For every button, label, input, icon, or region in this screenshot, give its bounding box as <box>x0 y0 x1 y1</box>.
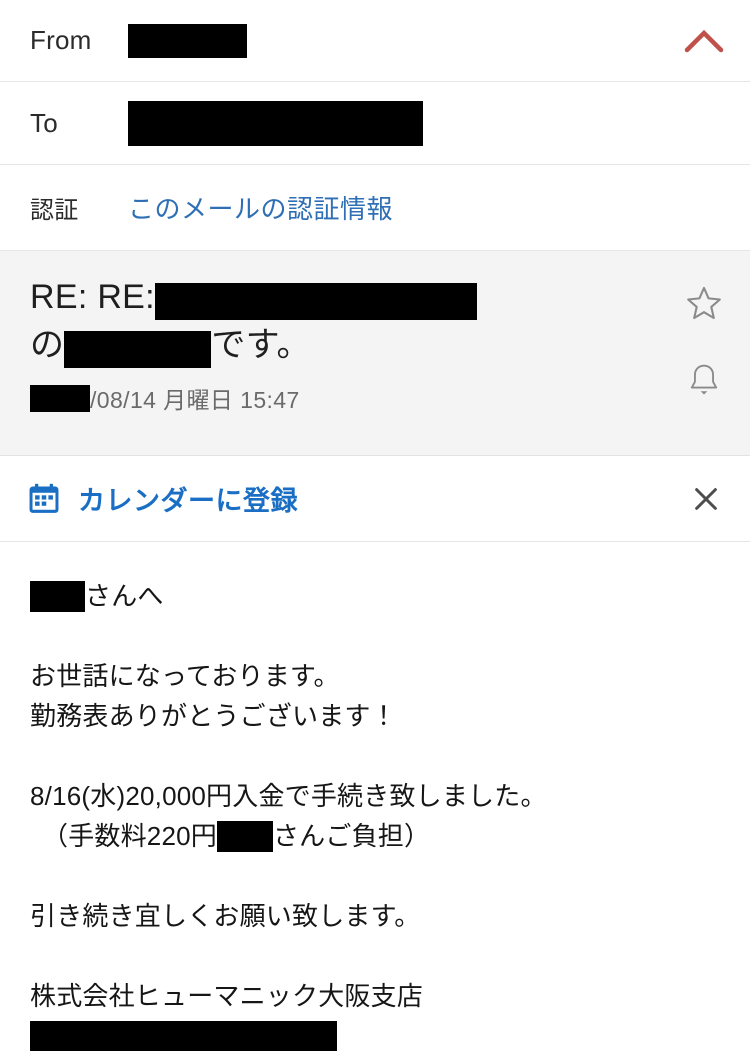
redacted-recipient-name <box>30 580 85 612</box>
to-label: To <box>30 107 58 138</box>
header-row-from: From <box>0 0 750 82</box>
to-value[interactable] <box>128 100 750 146</box>
body-paragraph-2: 8/16(水)20,000円入金で手続き致しました。 （手数料220円 さんご負担… <box>30 776 720 856</box>
redacted-signature-detail <box>30 1021 337 1051</box>
subject-block: RE: RE: の です。 /08/14 月曜日 15:47 <box>0 251 750 456</box>
from-value[interactable] <box>128 23 750 58</box>
body-paragraph-3: 引き続き宜しくお願い致します。 <box>30 896 720 936</box>
body-p3-line1: 引き続き宜しくお願い致します。 <box>30 901 421 931</box>
star-button[interactable] <box>678 277 730 329</box>
calendar-icon <box>29 483 59 513</box>
calendar-icon-wrap <box>26 481 62 517</box>
redacted-fee-payer-name <box>216 820 273 852</box>
redacted-from-address <box>128 23 247 58</box>
calendar-banner: カレンダーに登録 <box>0 456 750 542</box>
subject-date: /08/14 月曜日 15:47 <box>30 381 750 415</box>
body-greeting: さんへ <box>30 576 720 616</box>
add-to-calendar-link[interactable]: カレンダーに登録 <box>78 479 298 518</box>
subject-line2-prefix: の <box>30 326 65 364</box>
fee-prefix: （手数料220円 <box>42 821 217 851</box>
date-text: /08/14 月曜日 15:47 <box>90 387 300 413</box>
redacted-subject-part-2 <box>64 330 212 368</box>
body-signature: 株式会社ヒューマニック大阪支店 <box>30 976 720 1051</box>
close-icon <box>695 487 717 510</box>
mail-body: さんへ お世話になっております。 勤務表ありがとうございます！ 8/16(水)2… <box>0 542 750 1051</box>
auth-info-link[interactable]: このメールの認証情報 <box>128 189 393 226</box>
fee-suffix: さんご負担） <box>272 821 431 851</box>
collapse-header-button[interactable] <box>680 17 728 65</box>
subject-line2-suffix: です。 <box>211 326 311 364</box>
subject-line: RE: RE: の です。 <box>30 273 670 369</box>
star-outline-icon <box>687 286 721 320</box>
body-p1-line1: お世話になっております。 <box>30 661 340 691</box>
redacted-year <box>30 384 90 412</box>
chevron-up-icon <box>684 29 724 52</box>
header-row-auth: 認証 このメールの認証情報 <box>0 165 750 251</box>
auth-label: 認証 <box>30 197 79 224</box>
redacted-subject-part-1 <box>154 282 477 320</box>
body-p1-line2: 勤務表ありがとうございます！ <box>30 701 397 731</box>
subject-actions <box>678 277 730 407</box>
from-label: From <box>30 25 92 55</box>
bell-outline-icon <box>690 364 718 395</box>
notification-button[interactable] <box>678 355 730 407</box>
body-paragraph-1: お世話になっております。 勤務表ありがとうございます！ <box>30 656 720 736</box>
dismiss-calendar-banner-button[interactable] <box>682 475 730 523</box>
header-row-to: To <box>0 82 750 165</box>
subject-prefix: RE: RE: <box>30 278 155 316</box>
signature-company: 株式会社ヒューマニック大阪支店 <box>30 981 424 1011</box>
redacted-to-address <box>128 100 423 146</box>
body-p2-line2: （手数料220円 さんご負担） <box>30 816 720 856</box>
greeting-suffix: さんへ <box>85 581 164 611</box>
body-p2-line1: 8/16(水)20,000円入金で手続き致しました。 <box>30 781 547 811</box>
